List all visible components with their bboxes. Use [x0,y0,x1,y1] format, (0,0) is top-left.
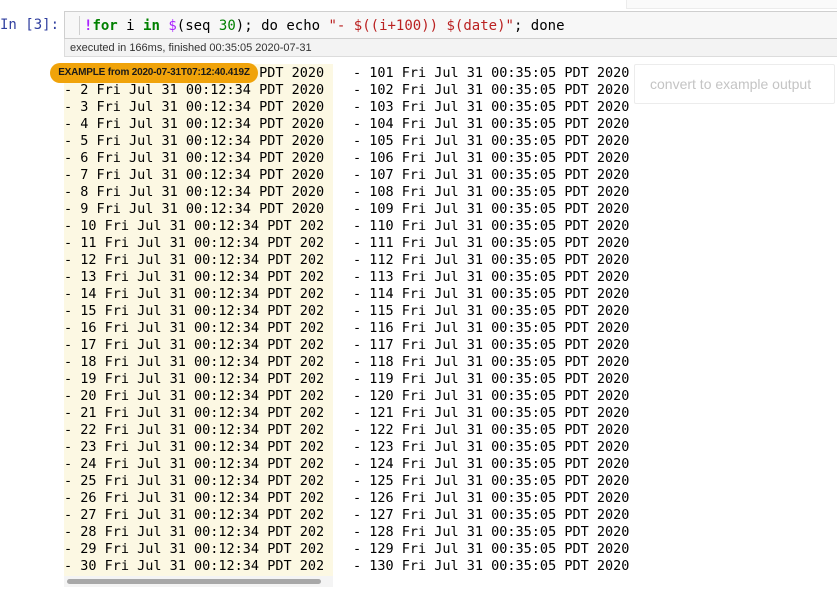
example-output-line: - 28 Fri Jul 31 00:12:34 PDT 202 [64,524,325,540]
code-token-for: for [92,18,118,34]
current-output-line: - 117 Fri Jul 31 00:35:05 PDT 2020 [353,337,630,353]
input-prompt: In [3]: [0,17,60,33]
code-token-string: "- $((i+100)) $(date)" [328,18,514,34]
execution-info-bar: executed in 166ms, finished 00:35:05 202… [64,39,837,57]
example-output-line: - 10 Fri Jul 31 00:12:34 PDT 202 [64,218,325,234]
example-output-line: - 24 Fri Jul 31 00:12:34 PDT 202 [64,456,325,472]
current-output-line: - 127 Fri Jul 31 00:35:05 PDT 2020 [353,507,630,523]
convert-to-example-button[interactable]: convert to example output [650,76,811,93]
example-output-line: - 13 Fri Jul 31 00:12:34 PDT 202 [64,269,325,285]
current-output-line: - 118 Fri Jul 31 00:35:05 PDT 2020 [353,354,630,370]
example-output-line: - 29 Fri Jul 31 00:12:34 PDT 202 [64,541,325,557]
current-output-line: - 114 Fri Jul 31 00:35:05 PDT 2020 [353,286,630,302]
current-output-line: - 122 Fri Jul 31 00:35:05 PDT 2020 [353,422,630,438]
example-output-line: - 17 Fri Jul 31 00:12:34 PDT 202 [64,337,325,353]
code-line[interactable]: !for i in $(seq 30); do echo "- $((i+100… [84,17,565,35]
example-output-line: - 22 Fri Jul 31 00:12:34 PDT 202 [64,422,325,438]
current-output-line: - 126 Fri Jul 31 00:35:05 PDT 2020 [353,490,630,506]
current-output-line: - 113 Fri Jul 31 00:35:05 PDT 2020 [353,269,630,285]
code-token-echo: ); do echo [235,18,329,34]
current-output-line: - 129 Fri Jul 31 00:35:05 PDT 2020 [353,541,630,557]
example-output-line: - 5 Fri Jul 31 00:12:34 PDT 2020 [64,133,325,149]
example-output-line: - 25 Fri Jul 31 00:12:34 PDT 202 [64,473,325,489]
current-output-line: - 112 Fri Jul 31 00:35:05 PDT 2020 [353,252,630,268]
example-output-line: - 23 Fri Jul 31 00:12:34 PDT 202 [64,439,325,455]
current-output-line: - 121 Fri Jul 31 00:35:05 PDT 2020 [353,405,630,421]
current-output-line: - 111 Fri Jul 31 00:35:05 PDT 2020 [353,235,630,251]
current-output-line: - 115 Fri Jul 31 00:35:05 PDT 2020 [353,303,630,319]
example-output-line: - 21 Fri Jul 31 00:12:34 PDT 202 [64,405,325,421]
example-output-line: - 18 Fri Jul 31 00:12:34 PDT 202 [64,354,325,370]
example-output-area[interactable]: - 1 Fri Jul 31 00:12:34 PDT 2020 - 2 Fri… [64,64,333,587]
convert-panel: convert to example output [634,64,835,104]
example-output-line: - 8 Fri Jul 31 00:12:34 PDT 2020 [64,184,325,200]
notebook-page: In [3]: !for i in $(seq 30); do echo "- … [0,0,837,598]
code-token-in: in [143,18,160,34]
current-output-line: - 102 Fri Jul 31 00:35:05 PDT 2020 [353,82,630,98]
current-output-line: - 125 Fri Jul 31 00:35:05 PDT 2020 [353,473,630,489]
example-output-line: - 2 Fri Jul 31 00:12:34 PDT 2020 [64,82,325,98]
example-output-line: - 26 Fri Jul 31 00:12:34 PDT 202 [64,490,325,506]
current-output-line: - 106 Fri Jul 31 00:35:05 PDT 2020 [353,150,630,166]
current-output-line: - 119 Fri Jul 31 00:35:05 PDT 2020 [353,371,630,387]
current-output-line: - 128 Fri Jul 31 00:35:05 PDT 2020 [353,524,630,540]
current-output-line: - 130 Fri Jul 31 00:35:05 PDT 2020 [353,558,630,574]
editor-gutter-line [79,16,80,35]
current-output-line: - 123 Fri Jul 31 00:35:05 PDT 2020 [353,439,630,455]
current-output-line: - 101 Fri Jul 31 00:35:05 PDT 2020 [353,65,630,81]
code-token-seq: (seq [176,18,219,34]
current-output-line: - 108 Fri Jul 31 00:35:05 PDT 2020 [353,184,630,200]
code-token-number: 30 [218,18,236,34]
example-badge: EXAMPLE from 2020-07-31T07:12:40.419Z [50,63,258,83]
example-output-line: - 20 Fri Jul 31 00:12:34 PDT 202 [64,388,325,404]
current-output-line: - 107 Fri Jul 31 00:35:05 PDT 2020 [353,167,630,183]
current-output-line: - 124 Fri Jul 31 00:35:05 PDT 2020 [353,456,630,472]
execution-time-text: executed in 166ms, finished 00:35:05 202… [70,42,312,54]
current-output-line: - 116 Fri Jul 31 00:35:05 PDT 2020 [353,320,630,336]
current-output-line: - 105 Fri Jul 31 00:35:05 PDT 2020 [353,133,630,149]
current-output-line: - 109 Fri Jul 31 00:35:05 PDT 2020 [353,201,630,217]
example-output-line: - 9 Fri Jul 31 00:12:34 PDT 2020 [64,201,325,217]
current-output-line: - 120 Fri Jul 31 00:35:05 PDT 2020 [353,388,630,404]
example-output-line: - 3 Fri Jul 31 00:12:34 PDT 2020 [64,99,325,115]
scrollbar-thumb[interactable] [67,579,321,584]
code-token-dollar: $ [168,18,177,34]
example-output-line: - 30 Fri Jul 31 00:12:34 PDT 202 [64,558,325,574]
horizontal-scrollbar[interactable] [64,576,333,587]
current-output-line: - 104 Fri Jul 31 00:35:05 PDT 2020 [353,116,630,132]
example-output-line: - 12 Fri Jul 31 00:12:34 PDT 202 [64,252,325,268]
toolbar-edge [626,0,837,9]
example-output-line: - 14 Fri Jul 31 00:12:34 PDT 202 [64,286,325,302]
current-output-line: - 110 Fri Jul 31 00:35:05 PDT 2020 [353,218,630,234]
example-output-line: - 27 Fri Jul 31 00:12:34 PDT 202 [64,507,325,523]
example-output-line: - 6 Fri Jul 31 00:12:34 PDT 2020 [64,150,325,166]
example-output-line: - 4 Fri Jul 31 00:12:34 PDT 2020 [64,116,325,132]
example-output-line: - 15 Fri Jul 31 00:12:34 PDT 202 [64,303,325,319]
example-output-line: - 16 Fri Jul 31 00:12:34 PDT 202 [64,320,325,336]
code-token-done: ; done [513,18,565,34]
example-output-line: - 7 Fri Jul 31 00:12:34 PDT 2020 [64,167,325,183]
code-cell-editor[interactable]: !for i in $(seq 30); do echo "- $((i+100… [64,11,837,39]
example-output-text: - 1 Fri Jul 31 00:12:34 PDT 2020 - 2 Fri… [64,65,324,575]
current-output-line: - 103 Fri Jul 31 00:35:05 PDT 2020 [353,99,630,115]
example-output-line: - 11 Fri Jul 31 00:12:34 PDT 202 [64,235,325,251]
example-output-line: - 19 Fri Jul 31 00:12:34 PDT 202 [64,371,325,387]
code-token-var: i [117,18,144,34]
